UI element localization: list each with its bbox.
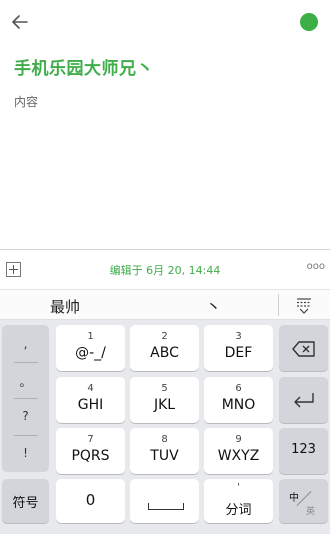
key-letters: GHI (77, 397, 104, 413)
key-number: 2 (161, 331, 168, 342)
key-5[interactable]: 5 JKL (130, 377, 199, 423)
key-number: 3 (235, 331, 242, 342)
space-key[interactable] (130, 479, 199, 523)
key-letters: @-_/ (75, 345, 106, 361)
key-letters: ABC (150, 345, 179, 361)
key-letters: MNO (221, 397, 256, 413)
t9-keyboard: , 。 ? ! 1 @-_/ 2 ABC 3 DEF 4 GHI 5 JKL 6… (0, 320, 330, 534)
punctuation-divider (14, 398, 38, 399)
candidate-word[interactable]: 丶 (206, 296, 221, 317)
more-options-icon[interactable]: ooo (307, 261, 325, 272)
key-number: 9 (235, 434, 242, 445)
punctuation-column[interactable]: , 。 ? ! (2, 325, 49, 472)
segment-label: 分词 (225, 503, 252, 518)
symbols-label: 符号 (12, 496, 39, 511)
candidate-word[interactable]: 最帅 (50, 296, 80, 317)
lang-chinese-label: 中 (289, 493, 299, 504)
enter-icon (294, 393, 314, 408)
key-number: 6 (235, 383, 242, 394)
backspace-icon (292, 341, 315, 357)
key-letters: DEF (224, 345, 253, 361)
numbers-label: 123 (291, 442, 316, 457)
key-2[interactable]: 2 ABC (130, 325, 199, 371)
numbers-key[interactable]: 123 (279, 428, 328, 474)
segment-mark: ' (237, 482, 240, 493)
punctuation-period[interactable]: 。 (2, 373, 49, 390)
key-1[interactable]: 1 @-_/ (56, 325, 125, 371)
punctuation-question[interactable]: ? (2, 409, 49, 423)
key-number: 4 (87, 383, 94, 394)
key-letters: PQRS (71, 448, 110, 464)
lang-english-label: 英 (306, 507, 316, 517)
back-arrow-icon[interactable] (10, 12, 30, 32)
candidate-bar: 最帅 丶 (0, 289, 330, 320)
enter-key[interactable] (279, 377, 328, 423)
key-number: 5 (161, 383, 168, 394)
status-dot-icon[interactable] (300, 13, 318, 31)
edit-timestamp: 编辑于 6月 20, 14:44 (109, 264, 221, 277)
segment-key[interactable]: ' 分词 (204, 479, 273, 523)
key-number: 1 (87, 331, 94, 342)
top-bar (0, 0, 330, 44)
expand-candidates-icon[interactable] (294, 296, 314, 316)
key-letters: JKL (153, 397, 176, 413)
punctuation-exclamation[interactable]: ! (2, 446, 49, 460)
key-8[interactable]: 8 TUV (130, 428, 199, 474)
key-3[interactable]: 3 DEF (204, 325, 273, 371)
language-switch-key[interactable]: 中 英 (279, 479, 328, 523)
key-6[interactable]: 6 MNO (204, 377, 273, 423)
punctuation-divider (14, 362, 38, 363)
backspace-key[interactable] (279, 325, 328, 371)
key-letters: TUV (150, 448, 179, 464)
note-body[interactable]: 内容 (14, 93, 38, 110)
punctuation-comma[interactable]: , (2, 337, 49, 351)
key-number: 7 (87, 434, 94, 445)
key-number: 8 (161, 434, 168, 445)
space-icon (148, 503, 184, 510)
candidate-divider (278, 294, 279, 316)
key-7[interactable]: 7 PQRS (56, 428, 125, 474)
key-4[interactable]: 4 GHI (56, 377, 125, 423)
punctuation-divider (14, 435, 38, 436)
symbols-key[interactable]: 符号 (2, 479, 49, 523)
note-title[interactable]: 手机乐园大师兄丶 (14, 54, 154, 79)
key-zero-label: 0 (85, 491, 96, 509)
key-9[interactable]: 9 WXYZ (204, 428, 273, 474)
key-0[interactable]: 0 (56, 479, 125, 523)
key-letters: WXYZ (217, 448, 260, 464)
editor-toolbar: 编辑于 6月 20, 14:44 ooo (0, 249, 330, 289)
